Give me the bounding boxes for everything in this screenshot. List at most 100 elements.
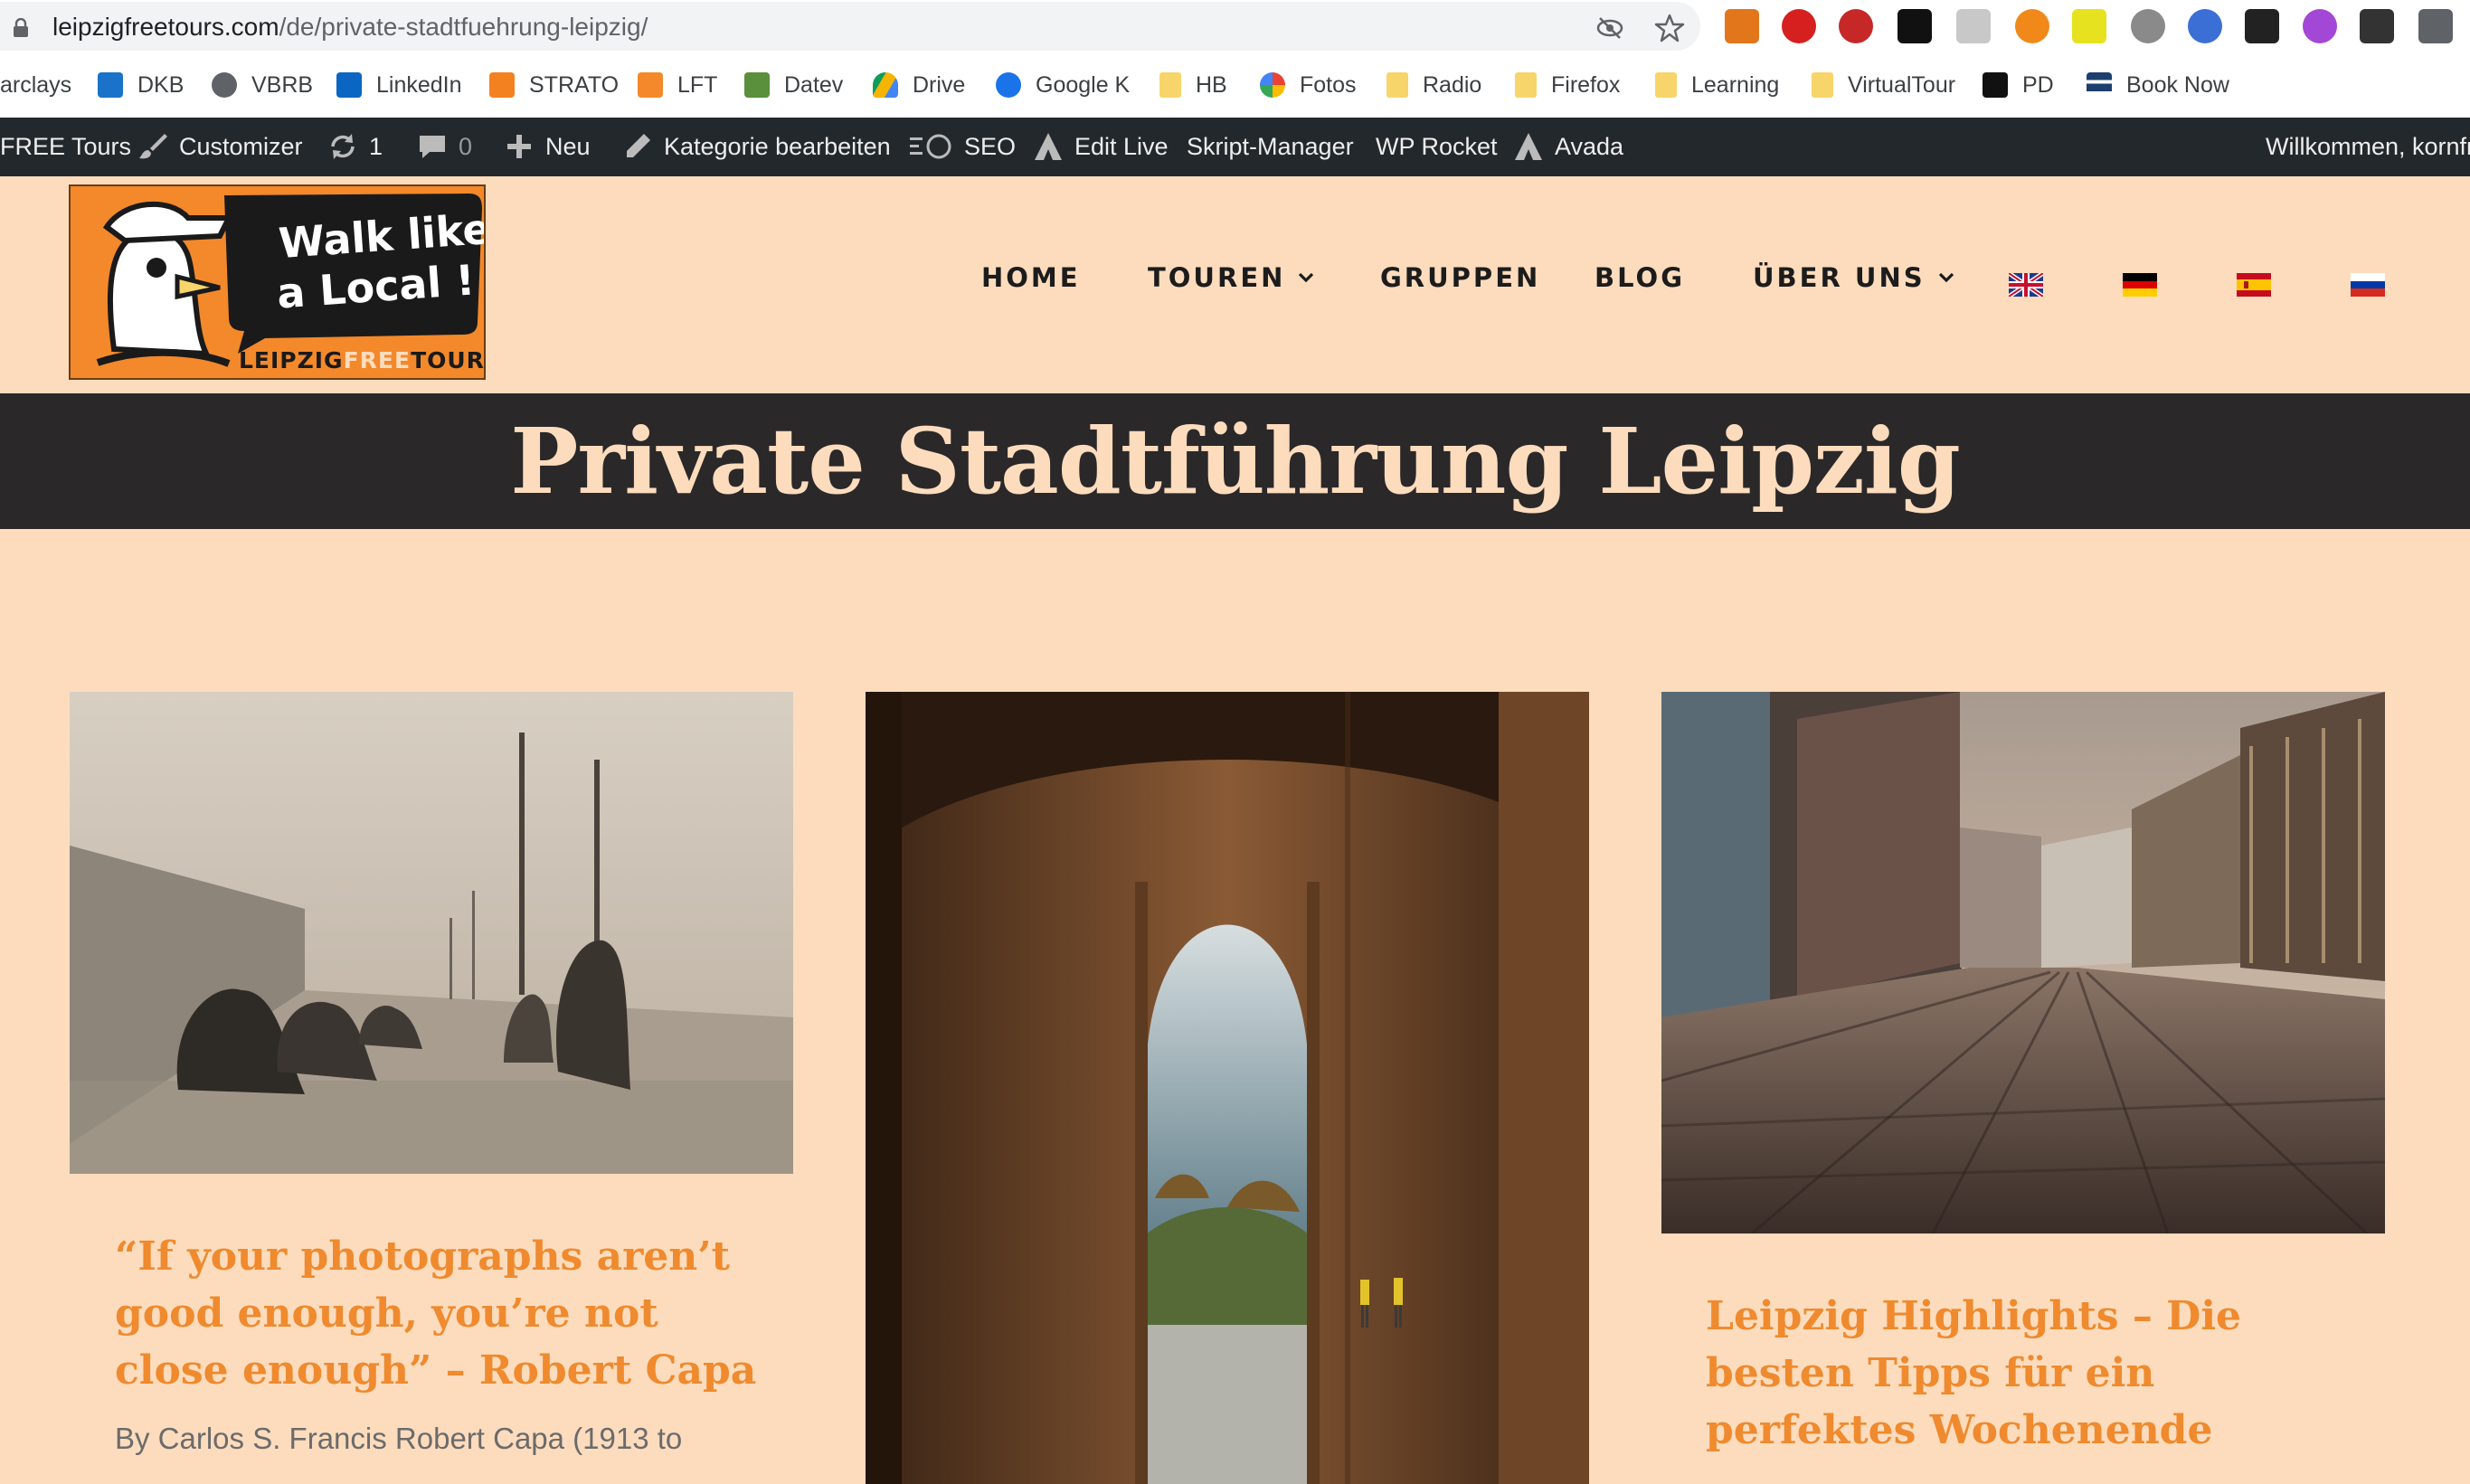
bookmark-datev[interactable]: Datev xyxy=(744,69,843,101)
admin-seo[interactable]: SEO xyxy=(910,131,1016,162)
globe-icon xyxy=(212,72,237,98)
nav-touren[interactable]: TOUREN xyxy=(1148,262,1314,293)
card-3-photo xyxy=(1661,692,2385,1234)
bookmark-firefox[interactable]: Firefox xyxy=(1515,69,1620,101)
admin-comments[interactable]: 0 xyxy=(417,131,472,162)
card-3-title[interactable]: Leipzig Highlights – Die besten Tipps fü… xyxy=(1706,1288,2357,1459)
card-2-image[interactable] xyxy=(866,692,1589,1484)
logo-brand-part2: FREE xyxy=(343,347,412,373)
bookmark-linkedin[interactable]: LinkedIn xyxy=(336,69,462,101)
bookmark-vbrb[interactable]: VBRB xyxy=(212,69,313,101)
avada-icon xyxy=(1515,133,1542,160)
admin-edit-live-label: Edit Live xyxy=(1074,132,1169,160)
admin-site-label: FREE Tours xyxy=(0,132,132,160)
puzzle-icon[interactable] xyxy=(2418,9,2453,43)
admin-script-manager-label: Skript-Manager xyxy=(1187,132,1354,160)
star-icon[interactable] xyxy=(1654,13,1685,43)
bookmark-google-k[interactable]: Google K xyxy=(996,69,1130,101)
bookmark-label: LinkedIn xyxy=(376,71,462,98)
bookmark-hb[interactable]: HB xyxy=(1159,69,1227,101)
bookmark-label: Learning xyxy=(1691,71,1780,98)
admin-script-manager[interactable]: Skript-Manager xyxy=(1187,131,1354,162)
bookmark-label: Drive xyxy=(913,71,966,98)
admin-customizer-label: Customizer xyxy=(179,132,303,160)
bookmark-pd[interactable]: PD xyxy=(1983,69,2054,101)
download-extension-icon[interactable] xyxy=(2072,9,2106,43)
adblock-extension-icon[interactable] xyxy=(1782,9,1816,43)
eye-slash-icon[interactable] xyxy=(1595,13,1625,43)
booknow-icon xyxy=(2087,72,2112,98)
nav-ueber-uns[interactable]: ÜBER UNS xyxy=(1753,262,1954,293)
admin-avada[interactable]: Avada xyxy=(1513,131,1623,162)
admin-edit-live[interactable]: Edit Live xyxy=(1033,131,1169,162)
address-bar[interactable]: leipzigfreetours.com/de/private-stadtfue… xyxy=(0,2,1700,51)
bookmark-radio[interactable]: Radio xyxy=(1386,69,1481,101)
admin-new[interactable]: Neu xyxy=(504,131,591,162)
url-domain: leipzigfreetours.com xyxy=(52,13,279,41)
layers-extension-icon[interactable] xyxy=(1897,9,1932,43)
spanish-flag-icon[interactable] xyxy=(2237,273,2271,297)
page-title-bar: Private Stadtführung Leipzig xyxy=(0,393,2470,529)
yab-extension-icon[interactable] xyxy=(1839,9,1873,43)
plus-icon xyxy=(507,135,531,158)
bookmark-label: Firefox xyxy=(1551,71,1621,98)
bookmark-strato[interactable]: STRATO xyxy=(489,69,619,101)
admin-wp-rocket-label: WP Rocket xyxy=(1376,132,1498,160)
metamask-extension-icon[interactable] xyxy=(1725,9,1759,43)
mask-extension-icon[interactable] xyxy=(2360,9,2394,43)
card-1-title[interactable]: “If your photographs aren’t good enough,… xyxy=(115,1228,766,1399)
site-logo[interactable]: Walk like a Local ! LEIPZIGFREETOURS xyxy=(69,184,486,380)
bookmark-fotos[interactable]: Fotos xyxy=(1260,69,1357,101)
update-count: 1 xyxy=(369,132,383,160)
bookmarks-bar: arclays DKB VBRB LinkedIn STRATO LFT Dat… xyxy=(0,54,2470,118)
nav-gruppen[interactable]: GRUPPEN xyxy=(1380,262,1540,293)
checkbox-extension-icon[interactable] xyxy=(2245,9,2279,43)
nav-home[interactable]: HOME xyxy=(981,262,1081,293)
admin-account[interactable]: Willkommen, kornfr xyxy=(2266,131,2470,162)
folder-icon xyxy=(1386,72,1408,98)
logo-brand-part3: TOURS xyxy=(411,347,485,373)
bookmark-book-now[interactable]: Book Now xyxy=(2087,69,2229,101)
bookmark-label: PD xyxy=(2022,71,2054,98)
bookmark-lft[interactable]: LFT xyxy=(638,69,717,101)
nav-blog-label: BLOG xyxy=(1595,262,1686,293)
admin-customizer[interactable]: Customizer xyxy=(137,131,303,162)
admin-new-label: Neu xyxy=(545,132,591,160)
comment-icon xyxy=(420,136,445,158)
url-path: /de/private-stadtfuehrung-leipzig/ xyxy=(279,13,648,41)
nav-touren-label: TOUREN xyxy=(1148,262,1286,293)
bookmark-learning[interactable]: Learning xyxy=(1655,69,1779,101)
admin-wp-rocket[interactable]: WP Rocket xyxy=(1376,131,1498,162)
bookmark-label: STRATO xyxy=(529,71,620,98)
admin-site-name[interactable]: FREE Tours xyxy=(0,131,131,162)
opera-extension-icon[interactable] xyxy=(2303,9,2337,43)
bookmark-dkb[interactable]: DKB xyxy=(98,69,184,101)
card-3-image[interactable] xyxy=(1661,692,2385,1234)
bookmark-label: VirtualTour xyxy=(1848,71,1956,98)
grey-extension-icon[interactable] xyxy=(1956,9,1991,43)
bookmark-drive[interactable]: Drive xyxy=(873,69,965,101)
folder-icon xyxy=(1812,72,1833,98)
url-text[interactable]: leipzigfreetours.com/de/private-stadtfue… xyxy=(52,13,648,42)
bookmark-label: Datev xyxy=(784,71,844,98)
bookmark-label: arclays xyxy=(0,71,72,98)
card-1-image[interactable] xyxy=(70,692,793,1174)
dkb-icon xyxy=(98,72,123,98)
orange-extension-icon[interactable] xyxy=(2015,9,2049,43)
admin-welcome-label: Willkommen, kornfr xyxy=(2266,132,2470,160)
bookmark-virtualtour[interactable]: VirtualTour xyxy=(1812,69,1955,101)
card-1-photo xyxy=(70,692,793,1174)
german-flag-icon[interactable] xyxy=(2123,273,2157,297)
russian-flag-icon[interactable] xyxy=(2351,273,2385,297)
rocket-extension-icon[interactable] xyxy=(2188,9,2222,43)
nav-blog[interactable]: BLOG xyxy=(1595,262,1685,293)
avada-icon xyxy=(1035,133,1062,160)
bookmark-barclays[interactable]: arclays xyxy=(0,69,71,101)
admin-avada-label: Avada xyxy=(1555,132,1624,160)
uk-flag-icon[interactable] xyxy=(2009,273,2043,297)
refresh-extension-icon[interactable] xyxy=(2131,9,2165,43)
wp-admin-bar: FREE Tours Customizer 1 0 Neu Kategorie … xyxy=(0,118,2470,176)
photos-icon xyxy=(1260,72,1285,98)
admin-updates[interactable]: 1 xyxy=(327,131,383,162)
admin-edit-category[interactable]: Kategorie bearbeiten xyxy=(622,131,891,162)
